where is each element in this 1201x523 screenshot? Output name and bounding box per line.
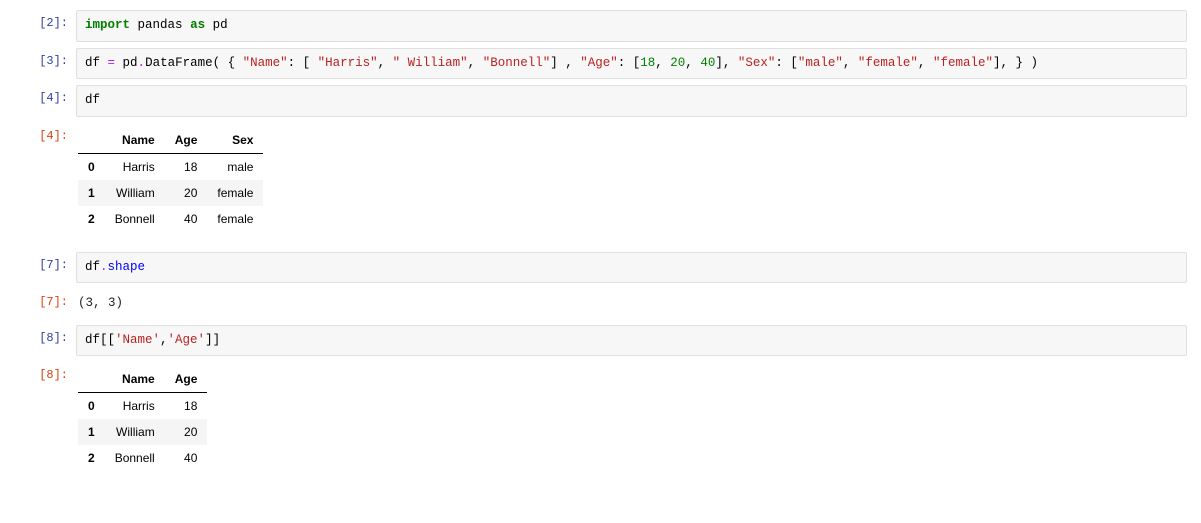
table-row-index: 2: [78, 206, 105, 232]
table-row-index: 0: [78, 153, 105, 180]
table-row: 0Harris18male: [78, 153, 263, 180]
table-cell: William: [105, 419, 165, 445]
prompt-out-7: [7]:: [0, 289, 76, 309]
output-html-8: NameAge0Harris181William202Bonnell40: [76, 362, 1187, 475]
table-cell: 18: [165, 393, 208, 420]
code-in-4[interactable]: df: [76, 85, 1187, 117]
prompt-in-2: [2]:: [0, 10, 76, 30]
table-header-index: [78, 127, 105, 154]
table-cell: Harris: [105, 153, 165, 180]
table-cell: 20: [165, 419, 208, 445]
code-in-2[interactable]: import pandas as pd: [76, 10, 1187, 42]
table-cell: 40: [165, 445, 208, 471]
prompt-in-4: [4]:: [0, 85, 76, 105]
cell-in-3: [3]: df = pd.DataFrame( { "Name": [ "Har…: [0, 46, 1201, 82]
table-header: Age: [165, 127, 208, 154]
prompt-in-8: [8]:: [0, 325, 76, 345]
table-cell: 40: [165, 206, 208, 232]
output-html-4: NameAgeSex0Harris18male1William20female2…: [76, 123, 1187, 236]
table-row: 1William20female: [78, 180, 263, 206]
prompt-out-4: [4]:: [0, 123, 76, 143]
table-row-index: 2: [78, 445, 105, 471]
cell-out-7: [7]: (3, 3): [0, 287, 1201, 321]
dataframe-8: NameAge0Harris181William202Bonnell40: [78, 366, 207, 471]
table-cell: female: [207, 180, 263, 206]
table-row: 0Harris18: [78, 393, 207, 420]
code-in-8[interactable]: df[['Name','Age']]: [76, 325, 1187, 357]
cell-out-8: [8]: NameAge0Harris181William202Bonnell4…: [0, 360, 1201, 477]
table-row: 2Bonnell40: [78, 445, 207, 471]
table-cell: female: [207, 206, 263, 232]
table-header: Name: [105, 127, 165, 154]
table-header: Sex: [207, 127, 263, 154]
table-cell: male: [207, 153, 263, 180]
table-cell: Harris: [105, 393, 165, 420]
output-text-7: (3, 3): [76, 289, 1187, 319]
table-cell: 18: [165, 153, 208, 180]
cell-in-7: [7]: df.shape: [0, 250, 1201, 286]
table-cell: William: [105, 180, 165, 206]
code-in-3[interactable]: df = pd.DataFrame( { "Name": [ "Harris",…: [76, 48, 1187, 80]
code-in-7[interactable]: df.shape: [76, 252, 1187, 284]
table-header-index: [78, 366, 105, 393]
table-row: 2Bonnell40female: [78, 206, 263, 232]
prompt-in-3: [3]:: [0, 48, 76, 68]
table-cell: 20: [165, 180, 208, 206]
jupyter-notebook: [2]: import pandas as pd [3]: df = pd.Da…: [0, 0, 1201, 499]
dataframe-4: NameAgeSex0Harris18male1William20female2…: [78, 127, 263, 232]
cell-in-8: [8]: df[['Name','Age']]: [0, 323, 1201, 359]
table-header: Age: [165, 366, 208, 393]
cell-in-2: [2]: import pandas as pd: [0, 8, 1201, 44]
table-row-index: 1: [78, 180, 105, 206]
cell-in-4: [4]: df: [0, 83, 1201, 119]
table-cell: Bonnell: [105, 445, 165, 471]
cell-out-4: [4]: NameAgeSex0Harris18male1William20fe…: [0, 121, 1201, 238]
table-header: Name: [105, 366, 165, 393]
table-row-index: 1: [78, 419, 105, 445]
table-cell: Bonnell: [105, 206, 165, 232]
prompt-out-8: [8]:: [0, 362, 76, 382]
table-row-index: 0: [78, 393, 105, 420]
prompt-in-7: [7]:: [0, 252, 76, 272]
table-row: 1William20: [78, 419, 207, 445]
